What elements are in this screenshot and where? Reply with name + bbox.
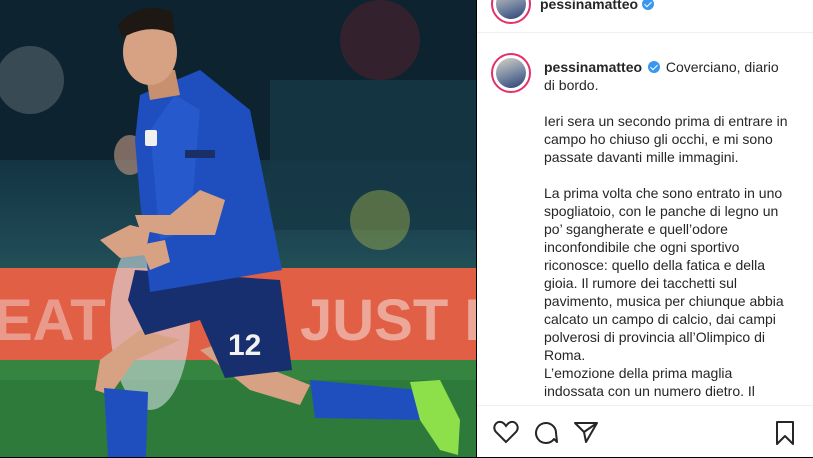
post-header: pessinamatteo (477, 0, 813, 33)
post-photo[interactable]: JUST EA EAT 12 (0, 0, 476, 457)
footballer-photo: JUST EA EAT 12 (0, 0, 476, 457)
action-bar (477, 405, 813, 458)
jersey-number-shorts: 12 (228, 329, 261, 362)
comment-icon[interactable] (533, 420, 559, 444)
bookmark-icon[interactable] (773, 420, 797, 446)
post-detail-panel: pessinamatteo pessinamatteo Coverciano, … (477, 0, 813, 457)
caption-paragraph: Ieri sera un secondo prima di entrare in… (544, 113, 792, 165)
caption-paragraph: La prima volta che sono entrato in uno s… (544, 185, 784, 399)
ad-board-left-text: EAT (0, 288, 106, 353)
caption-section: pessinamatteo Coverciano, diario di bord… (477, 33, 813, 405)
caption-username[interactable]: pessinamatteo (544, 59, 642, 75)
share-icon[interactable] (573, 420, 599, 444)
heart-icon[interactable] (493, 420, 519, 444)
caption: pessinamatteo Coverciano, diario di bord… (544, 58, 790, 400)
verified-badge-icon (647, 61, 660, 73)
verified-badge-icon (642, 0, 654, 10)
header-username[interactable]: pessinamatteo (540, 0, 638, 12)
ad-board-text: JUST EA (300, 288, 476, 353)
caption-avatar[interactable] (491, 53, 531, 93)
avatar[interactable] (491, 0, 531, 24)
